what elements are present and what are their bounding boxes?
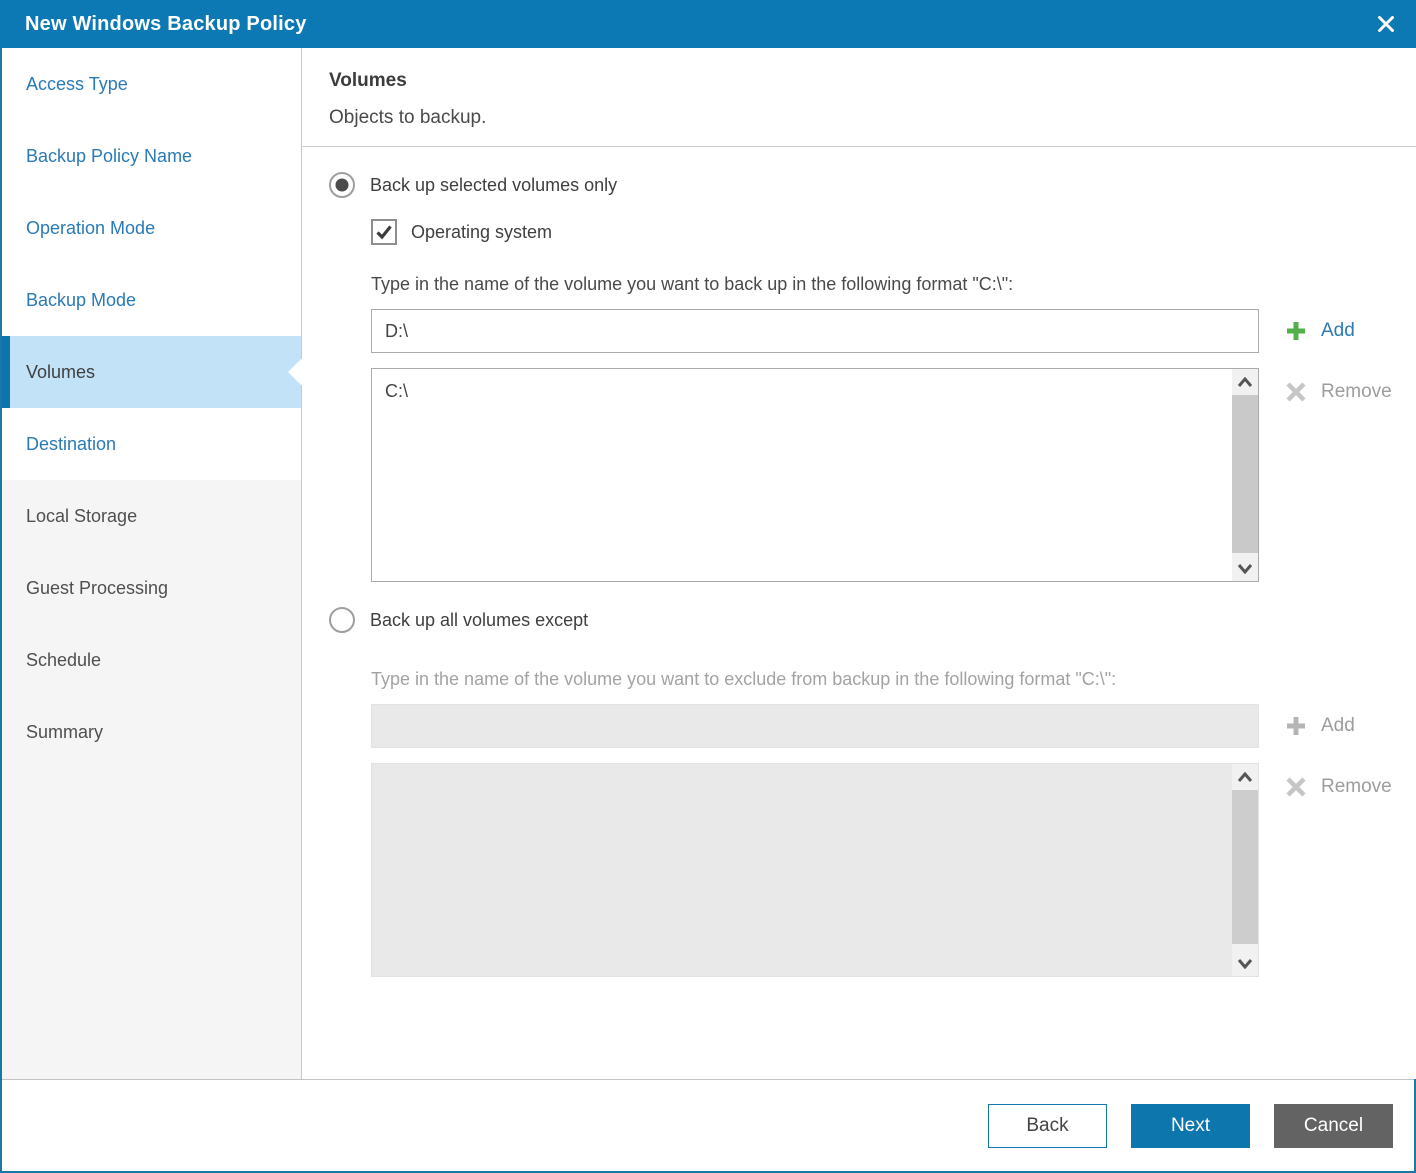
scroll-up-button	[1232, 764, 1258, 790]
include-volumes-section: Operating system Type in the name of the…	[371, 219, 1392, 582]
x-icon	[1286, 382, 1306, 402]
header-divider	[302, 146, 1416, 147]
dialog-footer: Back Next Cancel	[2, 1079, 1414, 1171]
include-field-column: C:\	[371, 295, 1259, 582]
sidebar-item-destination[interactable]: Destination	[2, 408, 301, 480]
step-label: Summary	[26, 721, 104, 742]
sidebar-item-summary: Summary	[2, 696, 301, 768]
checkmark-icon	[376, 225, 392, 240]
include-volume-input[interactable]	[371, 309, 1259, 353]
include-side-buttons: Add Remove	[1284, 295, 1392, 405]
exclude-add-button: Add	[1284, 713, 1392, 739]
exclude-volumes-listbox	[371, 763, 1259, 977]
chevron-down-icon	[1237, 958, 1253, 969]
plus-icon	[1287, 322, 1305, 340]
operating-system-checkbox-row: Operating system	[371, 219, 1392, 245]
backup-selected-volumes-radio-row: Back up selected volumes only	[329, 172, 1392, 198]
exclude-side-buttons: Add Remove	[1284, 690, 1392, 800]
next-button[interactable]: Next	[1131, 1103, 1250, 1148]
sidebar-item-schedule: Schedule	[2, 624, 301, 696]
sidebar-item-local-storage: Local Storage	[2, 480, 301, 552]
sidebar-item-access-type[interactable]: Access Type	[2, 48, 301, 120]
plus-icon	[1287, 717, 1305, 735]
add-label: Add	[1321, 715, 1355, 736]
chevron-up-icon	[1237, 771, 1253, 782]
scroll-down-button[interactable]	[1232, 555, 1258, 581]
sidebar-item-volumes[interactable]: Volumes	[2, 336, 301, 408]
scrollbar-thumb[interactable]	[1232, 395, 1258, 553]
operating-system-label: Operating system	[411, 221, 553, 242]
title-bar: New Windows Backup Policy	[0, 0, 1416, 48]
volumes-step-content: Volumes Objects to backup. Back up selec…	[302, 48, 1416, 1079]
step-label: Schedule	[26, 649, 102, 670]
step-label: Backup Mode	[26, 289, 137, 310]
backup-selected-volumes-label: Back up selected volumes only	[370, 174, 618, 195]
close-button[interactable]	[1372, 10, 1400, 38]
scrollbar-track	[1232, 395, 1258, 555]
step-label: Destination	[26, 433, 117, 454]
chevron-down-icon	[1237, 563, 1253, 574]
include-volume-hint: Type in the name of the volume you want …	[371, 274, 1014, 294]
scrollbar-thumb	[1232, 790, 1258, 944]
step-label: Guest Processing	[26, 577, 169, 598]
page-subtitle: Objects to backup.	[329, 107, 487, 128]
add-label: Add	[1321, 320, 1355, 341]
operating-system-checkbox[interactable]	[371, 219, 397, 245]
include-volumes-listbox[interactable]: C:\	[371, 368, 1259, 582]
step-label: Access Type	[26, 73, 128, 94]
dialog-body: Access Type Backup Policy Name Operation…	[2, 48, 1416, 1079]
include-remove-button: Remove	[1284, 379, 1392, 405]
exclude-volume-input	[371, 704, 1259, 748]
exclude-field-column	[371, 690, 1259, 977]
sidebar-item-operation-mode[interactable]: Operation Mode	[2, 192, 301, 264]
backup-selected-volumes-radio[interactable]	[329, 172, 355, 198]
include-add-button[interactable]: Add	[1284, 318, 1392, 344]
step-label: Volumes	[26, 361, 96, 382]
step-label: Operation Mode	[26, 217, 156, 238]
include-listbox-scrollbar	[1232, 369, 1258, 581]
step-label: Local Storage	[26, 505, 138, 526]
step-label: Backup Policy Name	[26, 145, 193, 166]
backup-all-volumes-radio[interactable]	[329, 607, 355, 633]
close-icon	[1378, 16, 1394, 32]
chevron-up-icon	[1237, 376, 1253, 387]
volume-list-item[interactable]: C:\	[385, 377, 1222, 405]
backup-all-volumes-label: Back up all volumes except	[370, 609, 589, 630]
scrollbar-track	[1232, 790, 1258, 950]
remove-label: Remove	[1321, 381, 1392, 402]
page-title: Volumes	[329, 70, 407, 91]
sidebar-item-backup-policy-name[interactable]: Backup Policy Name	[2, 120, 301, 192]
exclude-volumes-section: Type in the name of the volume you want …	[371, 669, 1392, 977]
scroll-up-button[interactable]	[1232, 369, 1258, 395]
remove-label: Remove	[1321, 776, 1392, 797]
exclude-remove-button: Remove	[1284, 774, 1392, 800]
backup-all-volumes-radio-row: Back up all volumes except	[329, 607, 1392, 633]
back-button[interactable]: Back	[988, 1103, 1107, 1148]
dialog-title: New Windows Backup Policy	[25, 12, 307, 35]
include-volume-io: C:\ Add	[371, 295, 1392, 582]
exclude-volume-hint: Type in the name of the volume you want …	[371, 669, 1117, 689]
x-icon	[1286, 777, 1306, 797]
exclude-volume-io: Add Remove	[371, 690, 1392, 977]
cancel-button[interactable]: Cancel	[1274, 1103, 1393, 1148]
sidebar-item-guest-processing: Guest Processing	[2, 552, 301, 624]
new-windows-backup-policy-dialog: New Windows Backup Policy Access Type Ba…	[0, 0, 1416, 1173]
exclude-listbox-scrollbar	[1232, 764, 1258, 976]
wizard-steps-sidebar: Access Type Backup Policy Name Operation…	[2, 48, 302, 1079]
scroll-down-button	[1232, 950, 1258, 976]
sidebar-item-backup-mode[interactable]: Backup Mode	[2, 264, 301, 336]
